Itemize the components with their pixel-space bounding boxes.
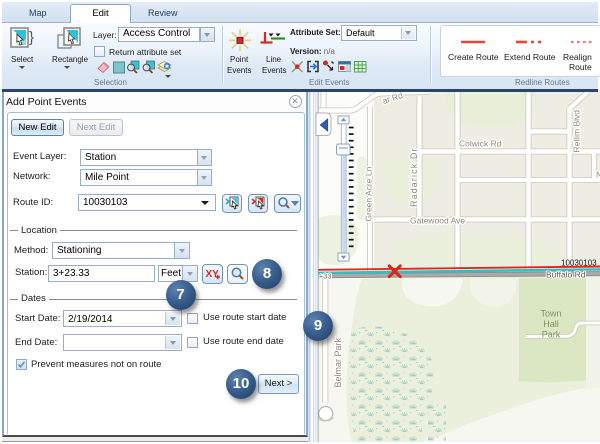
svg-text:Rellim Blvd: Rellim Blvd bbox=[572, 109, 582, 152]
svg-text:Town: Town bbox=[540, 308, 561, 318]
svg-text:Gatewood Ave: Gatewood Ave bbox=[410, 215, 465, 225]
svg-text:Buffalo Rd: Buffalo Rd bbox=[546, 269, 586, 279]
svg-text:N: N bbox=[596, 169, 600, 179]
svg-text:Green Acre Ln: Green Acre Ln bbox=[364, 166, 374, 221]
svg-text:10030103: 10030103 bbox=[561, 258, 597, 267]
svg-text:Radarick Dr: Radarick Dr bbox=[409, 147, 419, 207]
svg-text:Colwick Rd: Colwick Rd bbox=[459, 138, 502, 148]
svg-text:+33: +33 bbox=[319, 271, 332, 280]
svg-text:Park: Park bbox=[542, 329, 561, 339]
svg-text:Hall: Hall bbox=[543, 319, 559, 329]
svg-text:Belmar Park: Belmar Park bbox=[333, 337, 343, 387]
